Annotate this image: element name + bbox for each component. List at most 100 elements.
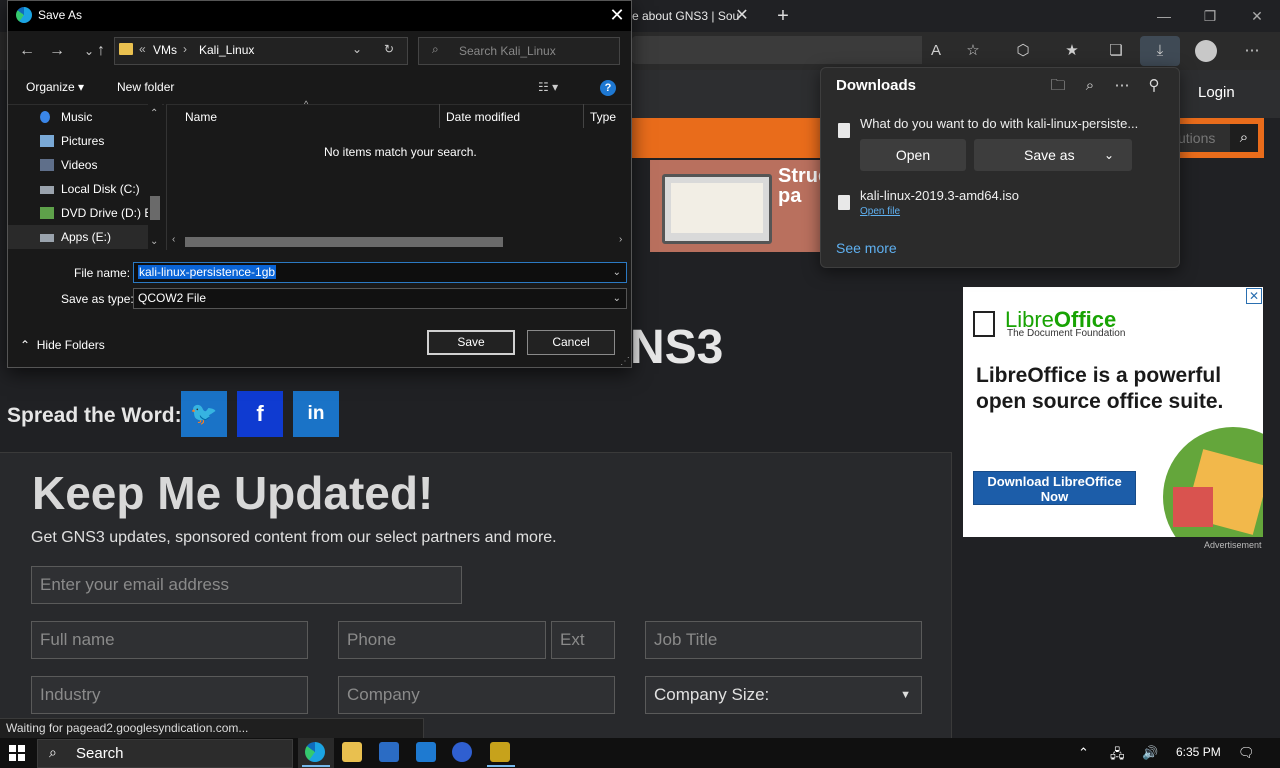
search-icon: ⌕ [49,744,57,760]
back-icon[interactable]: ← [16,40,38,62]
organize-menu[interactable]: Organize ▾ [26,80,84,94]
breadcrumb-overflow[interactable]: « [139,42,146,56]
add-favorite-icon[interactable]: ☆ [961,40,985,62]
new-tab-button[interactable]: + [770,4,796,28]
see-more-link[interactable]: See more [836,240,897,256]
minimize-button[interactable]: — [1144,4,1184,28]
login-link[interactable]: Login [1198,84,1235,101]
column-type[interactable]: Type [590,110,616,124]
nav-item-apps[interactable]: Apps (E:) [8,225,150,249]
resize-grip-icon[interactable]: ⋰ [620,356,630,367]
search-icon[interactable]: ⌕ [1079,76,1101,96]
banner-ad[interactable]: Struc pa [632,160,822,252]
breadcrumb-kali[interactable]: Kali_Linux [199,43,254,57]
volume-icon[interactable]: 🔊 [1142,745,1158,761]
dialog-close-button[interactable]: ✕ [606,4,628,26]
breadcrumb-vms[interactable]: VMs [153,43,177,57]
hscrollbar-thumb[interactable] [185,237,503,247]
show-hidden-icons[interactable]: ⌃ [1078,745,1089,761]
more-icon[interactable]: ⋯ [1111,76,1133,96]
scroll-up-icon[interactable]: ⌃ [150,108,158,119]
file-name-field[interactable]: kali-linux-persistence-1gb ⌄ [133,262,627,283]
start-button[interactable] [9,745,25,761]
collections-icon[interactable]: ❏ [1104,40,1128,62]
new-folder-button[interactable]: New folder [117,80,174,94]
download-open-button[interactable]: Open [860,139,966,171]
pin-icon[interactable]: ⚲ [1143,76,1165,96]
taskbar-search[interactable]: Search [37,739,293,768]
libreoffice-logo-icon [973,311,995,337]
downloads-button[interactable]: ⤓ [1140,36,1180,66]
column-date-modified[interactable]: Date modified [446,110,520,124]
file-explorer-icon[interactable] [342,742,362,762]
nav-item-videos[interactable]: Videos [8,153,150,177]
browser-app-icon[interactable] [452,742,472,762]
browser-status-bar: Waiting for pagead2.googlesyndication.co… [0,718,424,738]
folder-icon [119,43,133,55]
nav-item-dvd-drive[interactable]: DVD Drive (D:) ES [8,201,160,225]
edge-icon [16,7,32,23]
twitter-share-button[interactable]: 🐦 [181,391,227,437]
nav-scrollbar-thumb[interactable] [150,196,160,220]
cancel-button[interactable]: Cancel [527,330,615,355]
gns3-app-icon[interactable] [490,742,510,762]
downloads-title: Downloads [836,77,917,94]
clock[interactable]: 6:35 PM [1176,745,1221,759]
email-field[interactable]: Enter your email address [31,566,462,604]
site-search-button[interactable]: ⌕ [1230,124,1258,152]
close-window-button[interactable]: ✕ [1237,4,1277,28]
libreoffice-ad[interactable]: LibreOffice The Document Foundation Libr… [963,287,1263,537]
advertisement-label: Advertisement [1204,540,1262,550]
restore-button[interactable]: ❐ [1190,4,1230,28]
save-button[interactable]: Save [427,330,515,355]
company-size-select[interactable]: Company Size: ▼ [645,676,922,714]
dialog-search-input[interactable]: Search Kali_Linux [418,37,620,65]
nav-item-music[interactable]: Music [8,105,150,129]
extensions-icon[interactable]: ⬡ [1011,40,1035,62]
linkedin-share-button[interactable]: in [293,391,339,437]
nav-item-pictures[interactable]: Pictures [8,129,150,153]
scroll-left-icon[interactable]: ‹ [172,234,175,245]
favorites-icon[interactable]: ★ [1060,40,1084,62]
company-field[interactable]: Company [338,676,615,714]
more-options-icon[interactable]: ⋯ [1240,40,1264,62]
nav-item-local-disk[interactable]: Local Disk (C:) [8,177,150,201]
phone-field[interactable]: Phone [338,621,546,659]
scroll-right-icon[interactable]: › [619,234,622,245]
profile-avatar[interactable] [1195,40,1217,62]
download-libreoffice-button[interactable]: Download LibreOffice Now [973,471,1136,505]
save-type-label: Save as type: [61,292,134,306]
network-icon[interactable]: 🖧 [1110,745,1125,767]
tab-close-button[interactable]: ✕ [732,6,752,26]
nav-scrollbar[interactable] [148,104,162,250]
edge-app-icon[interactable] [305,742,325,762]
facebook-share-button[interactable]: f [237,391,283,437]
download-saveas-button[interactable]: Save as ⌄ [974,139,1132,171]
dvd-icon [40,207,54,219]
ad-close-icon[interactable]: ✕ [1246,288,1262,304]
view-options-icon[interactable]: ☷ ▾ [538,80,558,94]
notifications-icon[interactable]: 🗨 [1238,745,1255,761]
path-dropdown-icon[interactable]: ⌄ [352,42,362,56]
industry-field[interactable]: Industry [31,676,308,714]
up-icon[interactable]: ↑ [90,40,112,62]
store-icon[interactable] [379,742,399,762]
chevron-down-icon[interactable]: ⌄ [613,263,621,282]
search-icon: ⌕ [432,42,439,56]
open-folder-icon[interactable]: 🗀 [1047,76,1069,96]
scroll-down-icon[interactable]: ⌄ [150,236,158,247]
refresh-icon[interactable]: ↻ [384,42,394,56]
jobtitle-field[interactable]: Job Title [645,621,922,659]
column-name[interactable]: Name [185,110,217,124]
forward-icon[interactable]: → [46,40,68,62]
hide-folders-toggle[interactable]: ⌃ Hide Folders [20,338,105,352]
chevron-down-icon[interactable]: ⌄ [1104,139,1114,171]
read-aloud-icon[interactable]: A [924,40,948,62]
open-file-link[interactable]: Open file [860,206,900,217]
url-field[interactable] [632,36,922,64]
help-icon[interactable]: ? [600,80,616,96]
save-type-select[interactable]: QCOW2 File ⌄ [133,288,627,309]
ext-field[interactable]: Ext [551,621,615,659]
mail-icon[interactable] [416,742,436,762]
fullname-field[interactable]: Full name [31,621,308,659]
